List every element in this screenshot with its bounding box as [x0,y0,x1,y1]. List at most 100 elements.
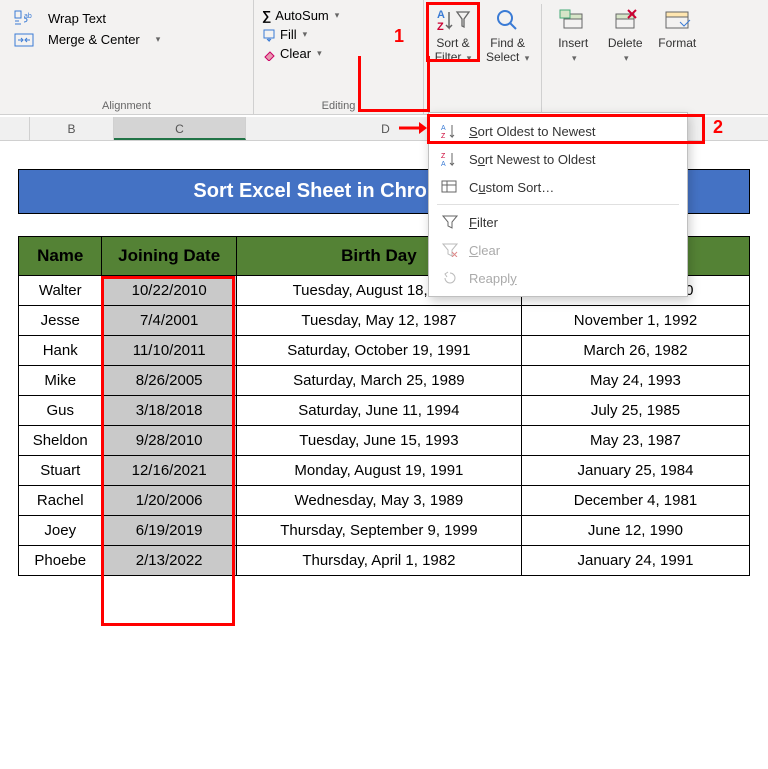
cell-weekday[interactable]: July 25, 1985 [521,396,749,426]
clear-filter-label: Clear [469,243,500,258]
format-label: Format [658,36,696,50]
cell-name[interactable]: Rachel [19,486,102,516]
table-row: Hank11/10/2011Saturday, October 19, 1991… [19,336,750,366]
sort-label-2: Filter [435,50,462,64]
cell-joining[interactable]: 8/26/2005 [102,366,236,396]
cell-birth[interactable]: Wednesday, May 3, 1989 [236,486,521,516]
cell-weekday[interactable]: March 26, 1982 [521,336,749,366]
cell-joining[interactable]: 3/18/2018 [102,396,236,426]
svg-text:Z: Z [441,153,446,160]
table-row: Rachel1/20/2006Wednesday, May 3, 1989Dec… [19,486,750,516]
sort-asc-icon: AZ [441,123,459,139]
reapply-icon [441,270,459,286]
chevron-down-icon: ▾ [572,53,577,63]
dropdown-separator [437,204,679,205]
cell-weekday[interactable]: June 12, 1990 [521,516,749,546]
sort-filter-dropdown: 2 AZ SSort Oldest to Newestort Oldest to… [428,112,688,297]
cell-joining[interactable]: 2/13/2022 [102,546,236,576]
cell-name[interactable]: Hank [19,336,102,366]
sort-newest-oldest-item[interactable]: ZA Sort Newest to Oldest [429,145,687,173]
sort-newest-label: Sort Newest to Oldest [469,152,595,167]
th-joining[interactable]: Joining Date [102,237,236,276]
cell-name[interactable]: Gus [19,396,102,426]
cell-birth[interactable]: Saturday, March 25, 1989 [236,366,521,396]
cell-birth[interactable]: Thursday, April 1, 1982 [236,546,521,576]
annotation-1: 1 [394,26,404,47]
cell-name[interactable]: Stuart [19,456,102,486]
cell-name[interactable]: Joey [19,516,102,546]
cell-weekday[interactable]: January 24, 1991 [521,546,749,576]
custom-sort-item[interactable]: Custom Sort… [429,173,687,201]
sort-oldest-newest-item[interactable]: AZ SSort Oldest to Newestort Oldest to N… [429,117,687,145]
cell-joining[interactable]: 11/10/2011 [102,336,236,366]
ribbon: ab Wrap Text Merge & Center ▾ Alignment … [0,0,768,115]
sort-label-1: Sort & [436,36,469,50]
cell-birth[interactable]: Saturday, June 11, 1994 [236,396,521,426]
editing-group: ∑ AutoSum ▾ Fill ▾ Clear ▾ Editing [254,0,424,114]
svg-text:Z: Z [437,21,444,33]
find-select-button[interactable]: Find &Select ▾ [480,4,535,114]
cell-weekday[interactable]: November 1, 1992 [521,306,749,336]
cell-joining[interactable]: 6/19/2019 [102,516,236,546]
cell-joining[interactable]: 12/16/2021 [102,456,236,486]
col-header-blank[interactable] [0,117,30,140]
cell-weekday[interactable]: December 4, 1981 [521,486,749,516]
reapply-item: Reapply [429,264,687,292]
merge-label: Merge & Center [48,32,140,47]
chevron-down-icon: ▾ [467,53,472,63]
sort-filter-button[interactable]: A Z Sort &Filter ▾ [428,4,478,114]
alignment-label: Alignment [8,98,245,112]
reapply-label: Reapply [469,271,517,286]
find-label-2: Select [486,50,519,64]
svg-text:A: A [441,161,446,167]
col-header-b[interactable]: B [30,117,114,140]
annotation-arrow [397,121,431,135]
filter-item[interactable]: Filter [429,208,687,236]
cell-name[interactable]: Sheldon [19,426,102,456]
fill-icon [262,28,276,42]
cell-birth[interactable]: Tuesday, June 15, 1993 [236,426,521,456]
sigma-icon: ∑ [262,8,271,23]
wrap-text-button[interactable]: ab Wrap Text [8,10,245,26]
th-name[interactable]: Name [19,237,102,276]
cell-name[interactable]: Walter [19,276,102,306]
cell-joining[interactable]: 7/4/2001 [102,306,236,336]
chevron-down-icon: ▾ [317,48,322,59]
autosum-button[interactable]: ∑ AutoSum ▾ [262,8,415,23]
cell-weekday[interactable]: May 24, 1993 [521,366,749,396]
cell-weekday[interactable]: May 23, 1987 [521,426,749,456]
cell-weekday[interactable]: January 25, 1984 [521,456,749,486]
clear-label: Clear [280,46,311,61]
clear-filter-item: Clear [429,236,687,264]
cell-name[interactable]: Mike [19,366,102,396]
cell-joining[interactable]: 10/22/2010 [102,276,236,306]
clear-button[interactable]: Clear ▾ [262,46,415,61]
format-icon [662,6,692,34]
cell-birth[interactable]: Thursday, September 9, 1999 [236,516,521,546]
cell-birth[interactable]: Saturday, October 19, 1991 [236,336,521,366]
col-header-c[interactable]: C [114,117,246,140]
insert-button[interactable]: Insert▾ [548,4,598,114]
cell-joining[interactable]: 1/20/2006 [102,486,236,516]
clear-filter-icon [441,242,459,258]
cell-birth[interactable]: Tuesday, May 12, 1987 [236,306,521,336]
cell-birth[interactable]: Monday, August 19, 1991 [236,456,521,486]
eraser-icon [262,47,276,61]
table-row: Joey6/19/2019Thursday, September 9, 1999… [19,516,750,546]
delete-icon [610,6,640,34]
insert-icon [558,6,588,34]
cell-name[interactable]: Phoebe [19,546,102,576]
fill-button[interactable]: Fill ▾ [262,27,415,42]
table-row: Phoebe2/13/2022Thursday, April 1, 1982Ja… [19,546,750,576]
merge-center-button[interactable]: Merge & Center ▾ [8,32,245,47]
cell-name[interactable]: Jesse [19,306,102,336]
sort-filter-icon: A Z [435,6,471,34]
annotation-2: 2 [713,117,723,138]
format-button[interactable]: Format [652,4,702,114]
chevron-down-icon: ▾ [624,53,629,63]
cell-joining[interactable]: 9/28/2010 [102,426,236,456]
delete-button[interactable]: Delete▾ [600,4,650,114]
chevron-down-icon: ▾ [335,10,340,21]
editing-label: Editing [262,98,415,112]
wrap-text-label: Wrap Text [48,11,106,26]
